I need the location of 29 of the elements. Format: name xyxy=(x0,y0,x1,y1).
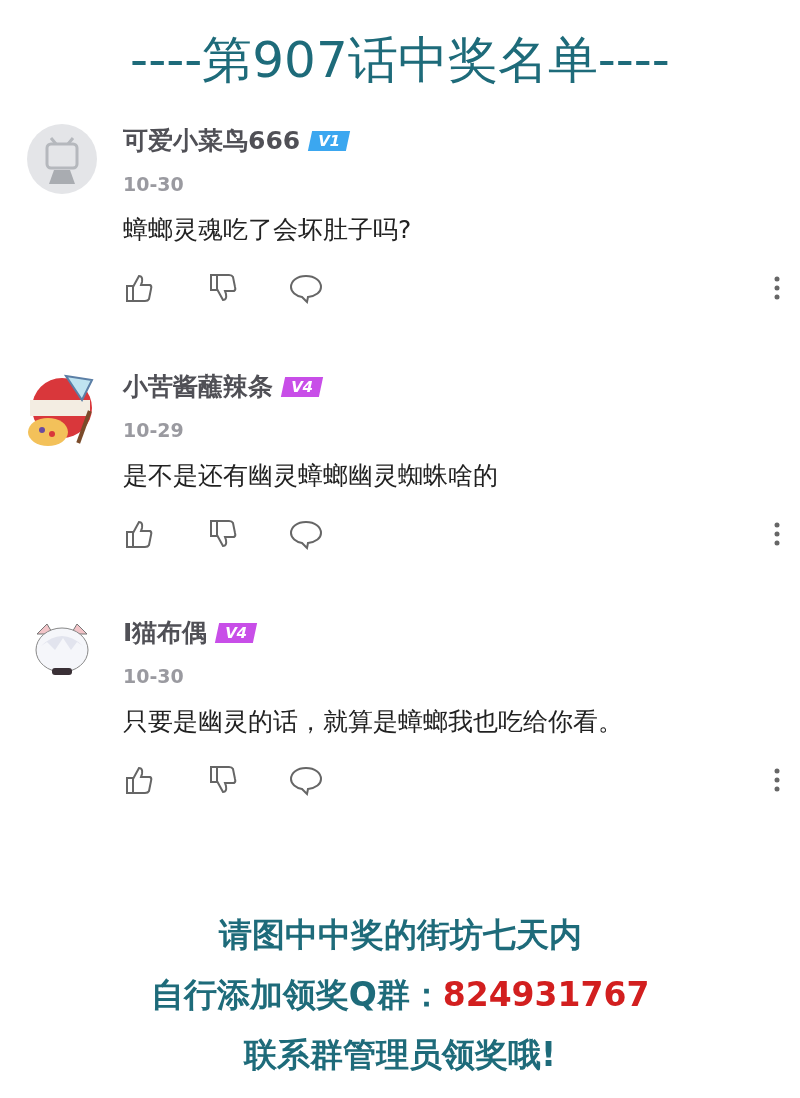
thumbs-down-icon[interactable] xyxy=(207,272,239,304)
username[interactable]: 小苦酱蘸辣条 xyxy=(123,368,273,406)
thumbs-down-icon[interactable] xyxy=(207,518,239,550)
level-badge: V4 xyxy=(215,623,258,643)
more-icon[interactable] xyxy=(774,522,780,546)
comment-date: 10-30 xyxy=(123,664,185,689)
level-badge: V4 xyxy=(280,377,324,397)
comment-text: 只要是幽灵的话，就算是蟑螂我也吃给你看。 xyxy=(123,705,624,738)
comment-icon[interactable] xyxy=(289,764,323,796)
comment-date: 10-30 xyxy=(123,172,185,197)
level-badge: V1 xyxy=(308,131,351,151)
more-icon[interactable] xyxy=(774,276,780,300)
comment-date: 10-29 xyxy=(123,418,185,443)
more-icon[interactable] xyxy=(774,768,780,792)
username[interactable]: I猫布偶 xyxy=(123,614,208,652)
thumbs-up-icon[interactable] xyxy=(123,764,155,796)
thumbs-up-icon[interactable] xyxy=(123,518,155,550)
thumbs-up-icon[interactable] xyxy=(123,272,155,304)
comment-icon[interactable] xyxy=(289,518,323,550)
group-number: 824931767 xyxy=(442,974,650,1016)
page-title: ----第907话中奖名单---- xyxy=(130,30,670,91)
comment-text: 蟑螂灵魂吃了会坏肚子吗? xyxy=(123,213,413,246)
thumbs-down-icon[interactable] xyxy=(207,764,239,796)
comment-text: 是不是还有幽灵蟑螂幽灵蜘蛛啥的 xyxy=(123,459,499,492)
notice-text: 联系群管理员领奖哦! xyxy=(243,1034,557,1076)
username[interactable]: 可爱小菜鸟666 xyxy=(123,122,301,160)
notice-text: 自行添加领奖Q群： xyxy=(150,974,443,1016)
notice-text: 请图中中奖的街坊七天内 xyxy=(218,914,582,956)
comment-icon[interactable] xyxy=(289,272,323,304)
